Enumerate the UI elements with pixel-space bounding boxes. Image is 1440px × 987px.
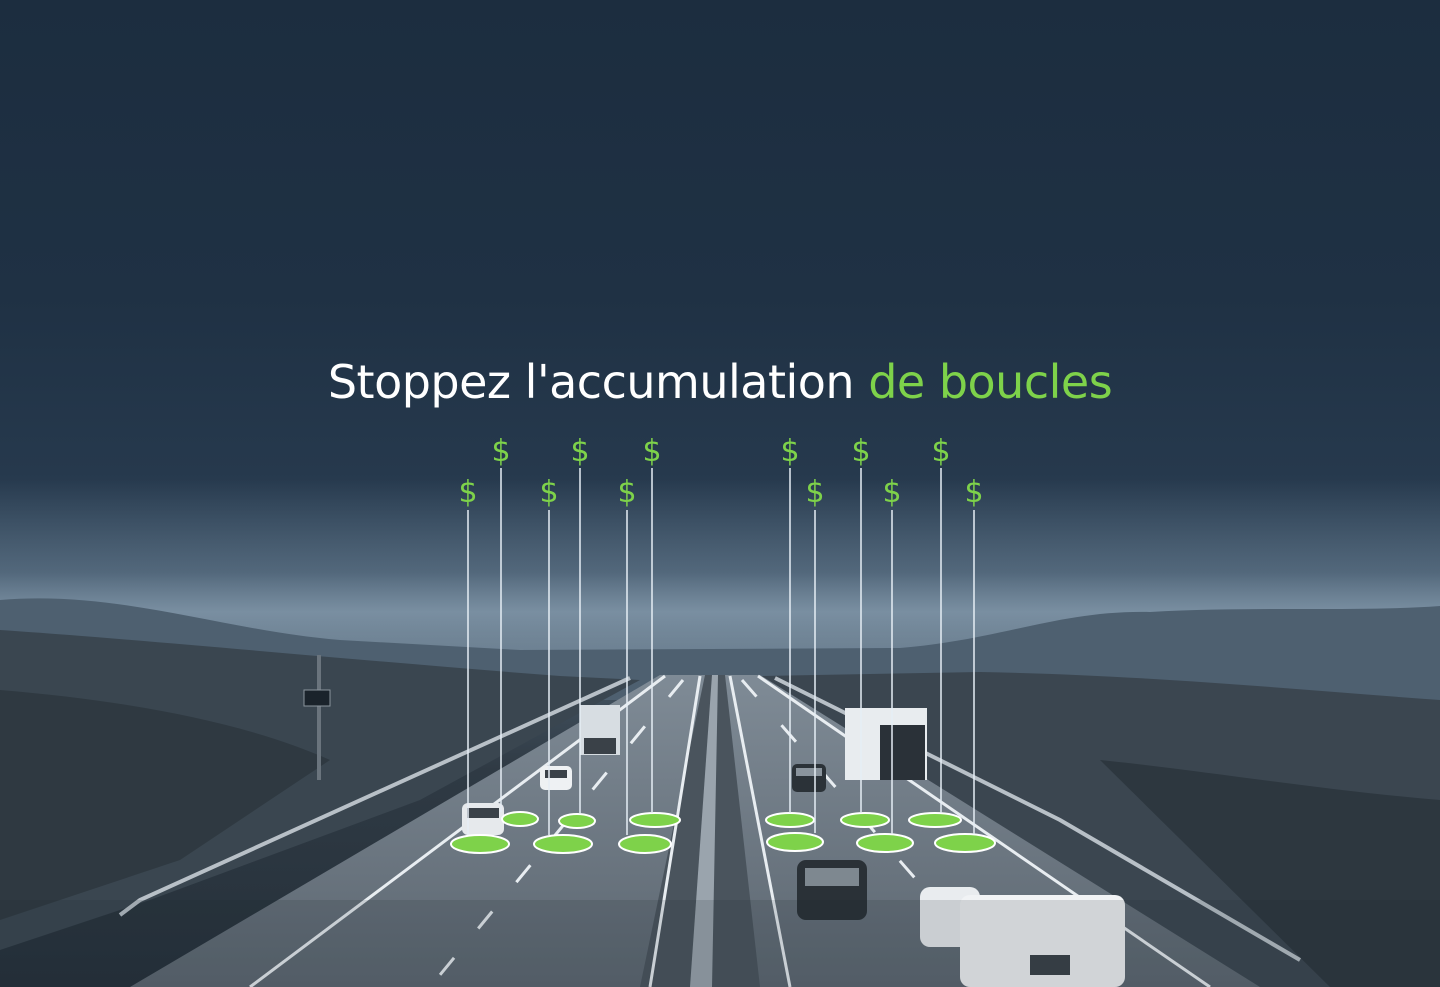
car-left-white [540,766,572,790]
dollar-icon: $ [539,475,558,510]
headline-accent: de boucles [868,354,1113,409]
dollar-icon: $ [780,434,799,469]
dollar-icon: $ [458,475,477,510]
car-right-dark [792,764,826,792]
headline-main: Stoppez l'accumulation [327,354,869,409]
dollar-icon: $ [882,475,901,510]
dollar-icon: $ [570,434,589,469]
dollar-icon: $ [491,434,510,469]
dollar-icon: $ [964,475,983,510]
dollar-icon: $ [642,434,661,469]
truck-left [580,705,620,755]
dollar-icon: $ [805,475,824,510]
headline: Stoppez l'accumulation de boucles [0,355,1440,409]
dollar-icon: $ [851,434,870,469]
dollar-icon: $ [617,475,636,510]
hero-banner: $ $ $ $ $ $ $ $ $ $ $ $ Stoppez l'accumu… [0,0,1440,987]
truck-right [845,708,927,780]
highway-illustration: $ $ $ $ $ $ $ $ $ $ $ $ [0,434,1440,987]
dollar-icon: $ [931,434,950,469]
